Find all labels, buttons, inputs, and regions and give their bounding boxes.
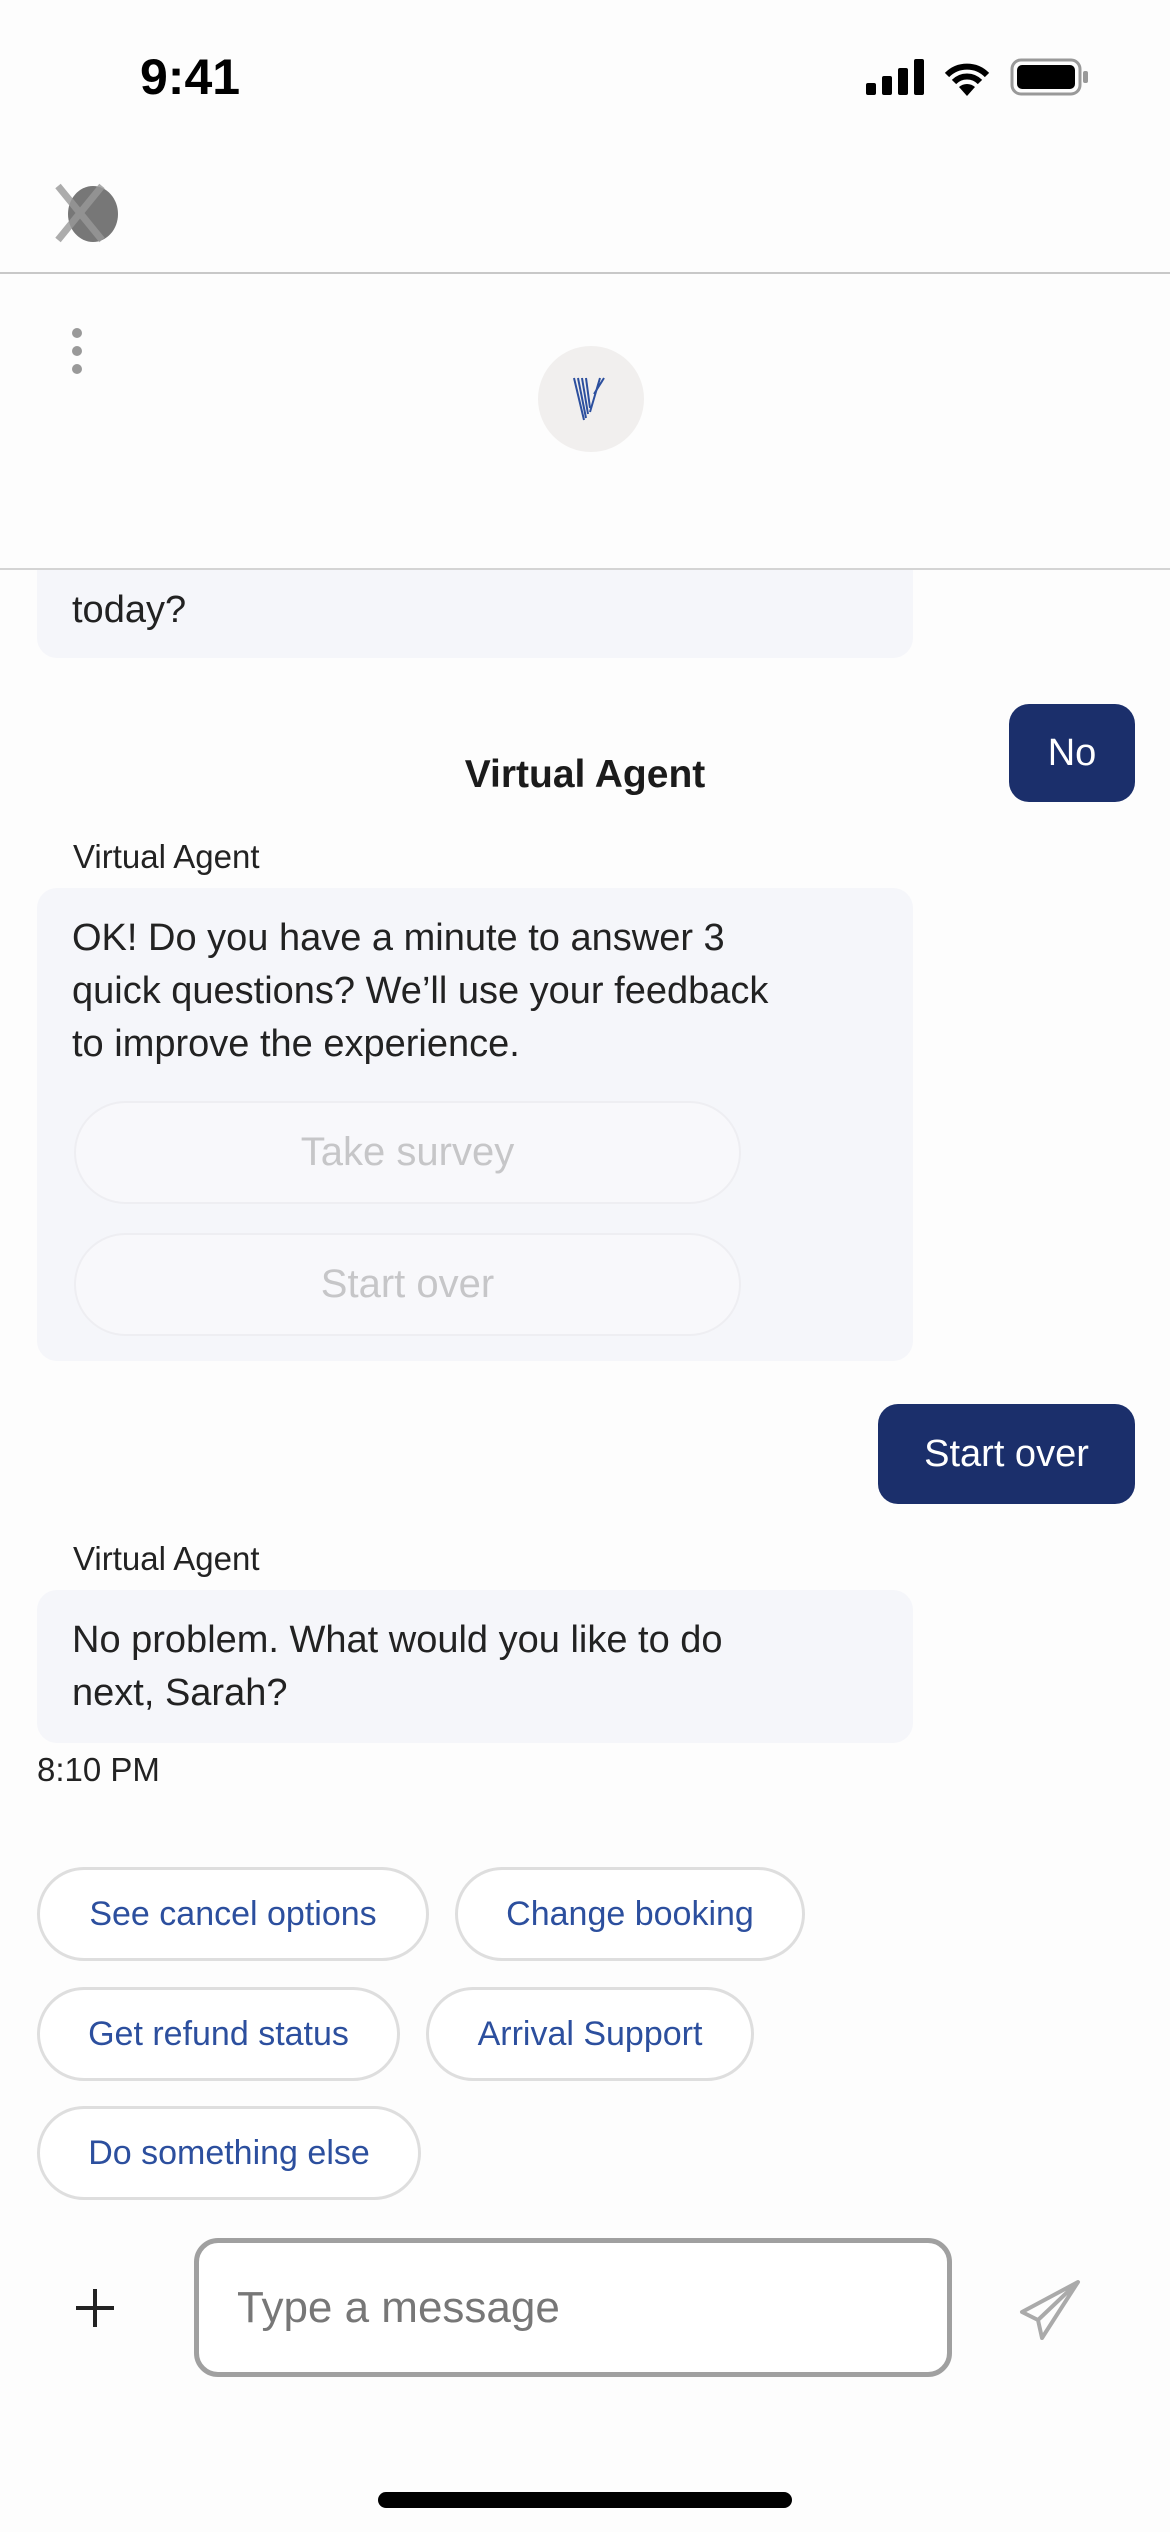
status-time: 9:41 bbox=[140, 49, 241, 105]
start-over-button[interactable]: Start over bbox=[74, 1233, 741, 1336]
quick-reply-see-cancel-options[interactable]: See cancel options bbox=[37, 1867, 429, 1961]
wifi-icon bbox=[944, 63, 990, 96]
close-icon bbox=[55, 183, 105, 243]
message-input-placeholder: Type a message bbox=[237, 2282, 560, 2332]
add-attachment-icon[interactable] bbox=[74, 2287, 116, 2329]
quick-reply-change-booking[interactable]: Change booking bbox=[455, 1867, 805, 1961]
close-button[interactable] bbox=[52, 178, 122, 248]
top-divider bbox=[0, 272, 1170, 274]
more-options-icon[interactable] bbox=[70, 327, 84, 377]
message-text: OK! Do you have a minute to answer 3 qui… bbox=[72, 912, 768, 1071]
message-text: today? bbox=[72, 589, 187, 631]
signal-icon bbox=[866, 59, 924, 95]
send-icon[interactable] bbox=[1018, 2278, 1082, 2342]
quick-reply-do-something-else[interactable]: Do something else bbox=[37, 2106, 421, 2200]
agent-label: Virtual Agent bbox=[73, 838, 260, 875]
message-line: next, Sarah? bbox=[72, 1672, 288, 1714]
agent-message-next: No problem. What would you like to do ne… bbox=[37, 1590, 913, 1743]
user-message: Start over bbox=[878, 1404, 1135, 1504]
message-line: to improve the experience. bbox=[72, 1023, 520, 1065]
agent-avatar bbox=[538, 346, 644, 452]
logo-icon bbox=[573, 377, 605, 421]
status-icons bbox=[866, 58, 1090, 96]
message-timestamp: 8:10 PM bbox=[37, 1751, 160, 1788]
agent-message-survey: OK! Do you have a minute to answer 3 qui… bbox=[37, 888, 913, 1361]
message-line: No problem. What would you like to do bbox=[72, 1619, 723, 1661]
message-input[interactable]: Type a message bbox=[194, 2238, 952, 2377]
battery-icon bbox=[1010, 58, 1088, 96]
message-line: quick questions? We’ll use your feedback bbox=[72, 970, 769, 1012]
take-survey-button[interactable]: Take survey bbox=[74, 1101, 741, 1204]
quick-reply-arrival-support[interactable]: Arrival Support bbox=[426, 1987, 754, 2081]
chat-header: Virtual Agent bbox=[0, 275, 1170, 796]
message-line: OK! Do you have a minute to answer 3 bbox=[72, 917, 725, 959]
quick-reply-get-refund-status[interactable]: Get refund status bbox=[37, 1987, 400, 2081]
home-indicator bbox=[378, 2492, 792, 2508]
message-text: No problem. What would you like to do ne… bbox=[72, 1614, 723, 1720]
header-title: Virtual Agent bbox=[464, 753, 706, 796]
agent-label: Virtual Agent bbox=[73, 1540, 260, 1577]
